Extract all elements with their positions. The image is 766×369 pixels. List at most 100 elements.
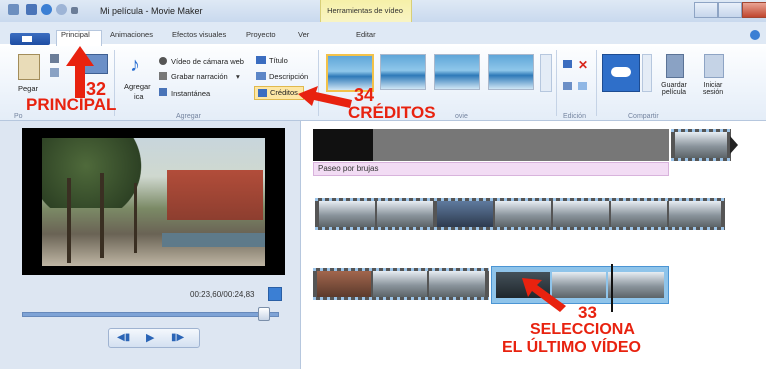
film-sprocket bbox=[671, 158, 731, 161]
group-share-label: Compartir bbox=[628, 113, 659, 120]
add-music-label[interactable]: Agregar bbox=[124, 82, 151, 91]
caption-text: Paseo por brujas bbox=[318, 164, 379, 173]
group-themes-label: ovie bbox=[455, 113, 468, 120]
annotation-33-text-1: SELECCIONA bbox=[530, 321, 635, 338]
record-narration-button[interactable]: Grabar narración bbox=[171, 72, 228, 81]
chevron-down-icon[interactable]: ▾ bbox=[236, 72, 240, 81]
rotate-left-icon[interactable] bbox=[563, 60, 572, 68]
customize-qat-icon[interactable] bbox=[71, 7, 78, 14]
cut-icon[interactable] bbox=[50, 54, 59, 63]
scene-tree-trunk bbox=[134, 183, 137, 253]
play-icon[interactable]: ▶ bbox=[146, 332, 166, 344]
rotate-right-icon[interactable] bbox=[563, 82, 572, 90]
snapshot-icon[interactable] bbox=[159, 88, 167, 96]
file-menu-icon bbox=[22, 36, 32, 42]
storyboard-clip-row[interactable] bbox=[315, 198, 725, 230]
scene-canal bbox=[162, 233, 265, 247]
paste-icon[interactable] bbox=[18, 54, 40, 80]
tab-ver[interactable]: Ver bbox=[298, 30, 309, 39]
theme-thumbnail[interactable] bbox=[434, 54, 480, 90]
gallery-scroll[interactable] bbox=[540, 54, 552, 92]
share-gallery-scroll[interactable] bbox=[642, 54, 652, 92]
cloud-shape bbox=[611, 67, 631, 77]
storyboard-title-clip[interactable] bbox=[313, 129, 669, 161]
storyboard-clip[interactable] bbox=[671, 129, 731, 161]
playback-controls: ◀▮ ▶ ▮▶ bbox=[108, 328, 200, 348]
description-icon[interactable] bbox=[256, 72, 266, 80]
title-button[interactable]: Título bbox=[269, 56, 288, 65]
clip-frame bbox=[675, 132, 727, 158]
close-button[interactable] bbox=[742, 2, 766, 18]
ribbon-separator bbox=[556, 50, 557, 116]
signin-icon[interactable] bbox=[704, 54, 724, 78]
clip-frame bbox=[611, 201, 667, 227]
paste-label[interactable]: Pegar bbox=[18, 84, 38, 93]
snapshot-button[interactable]: Instantánea bbox=[171, 89, 210, 98]
add-music-icon[interactable]: ♪ bbox=[130, 54, 146, 76]
annotation-arrow-33 bbox=[522, 278, 566, 312]
credits-icon bbox=[258, 89, 267, 97]
save-icon[interactable] bbox=[26, 4, 37, 15]
tab-efectos-visuales[interactable]: Efectos visuales bbox=[172, 30, 226, 39]
file-menu-button[interactable] bbox=[10, 33, 50, 45]
redo-icon[interactable] bbox=[56, 4, 67, 15]
tab-proyecto[interactable]: Proyecto bbox=[246, 30, 276, 39]
annotation-33-text-2: EL ÚLTIMO VÍDEO bbox=[502, 339, 641, 356]
group-clipboard-label: Po bbox=[14, 113, 23, 120]
select-all-icon[interactable] bbox=[578, 82, 587, 90]
film-sprocket bbox=[315, 227, 725, 230]
playhead[interactable] bbox=[611, 264, 613, 312]
scene-tree-trunk bbox=[100, 173, 104, 258]
clip-frame bbox=[317, 271, 371, 297]
microphone-icon[interactable] bbox=[159, 72, 167, 80]
time-readout: 00:23,60/00:24,83 bbox=[190, 290, 255, 299]
copy-icon[interactable] bbox=[50, 68, 59, 77]
onedrive-icon[interactable] bbox=[602, 54, 640, 92]
theme-thumbnail[interactable] bbox=[380, 54, 426, 90]
selected-last-clip[interactable] bbox=[491, 266, 669, 304]
maximize-button[interactable] bbox=[718, 2, 742, 18]
app-menu-icon[interactable] bbox=[8, 4, 19, 15]
webcam-icon[interactable] bbox=[159, 57, 167, 65]
window-title: Mi película - Movie Maker bbox=[100, 6, 203, 16]
clip-frame bbox=[553, 201, 609, 227]
clip-frame bbox=[373, 271, 427, 297]
theme-thumbnail[interactable] bbox=[488, 54, 534, 90]
film-sprocket bbox=[313, 297, 489, 300]
help-icon[interactable] bbox=[750, 30, 760, 40]
clip-frame bbox=[429, 271, 485, 297]
annotation-34-number: 34 bbox=[354, 85, 375, 105]
group-add-label: Agregar bbox=[176, 113, 201, 120]
clip-frame bbox=[377, 201, 433, 227]
next-frame-icon[interactable]: ▮▶ bbox=[171, 332, 191, 344]
previous-frame-icon[interactable]: ◀▮ bbox=[117, 332, 137, 344]
storyboard-clip-row[interactable] bbox=[313, 268, 489, 300]
scene-tree-trunk bbox=[67, 178, 71, 263]
delete-icon[interactable]: ✕ bbox=[578, 58, 588, 72]
description-button[interactable]: Descripción bbox=[269, 72, 308, 81]
tab-editar[interactable]: Editar bbox=[356, 30, 376, 39]
title-icon[interactable] bbox=[256, 56, 266, 64]
annotation-33-number: 33 bbox=[578, 303, 597, 322]
minimize-button[interactable] bbox=[694, 2, 718, 18]
seek-slider[interactable] bbox=[22, 312, 279, 317]
black-title-frame bbox=[313, 129, 373, 161]
signin-label[interactable]: Iniciar sesión bbox=[698, 82, 728, 96]
annotation-arrow-34 bbox=[298, 86, 352, 108]
webcam-video-button[interactable]: Vídeo de cámara web bbox=[171, 57, 244, 66]
seek-slider-handle[interactable] bbox=[258, 307, 270, 321]
fullscreen-icon[interactable] bbox=[268, 287, 282, 301]
scene-houses bbox=[167, 170, 263, 220]
tab-principal[interactable]: Principal bbox=[61, 30, 90, 39]
annotation-32-text: PRINCIPAL bbox=[26, 95, 117, 114]
clip-frame bbox=[437, 201, 493, 227]
add-music-label-2[interactable]: ica bbox=[134, 92, 144, 101]
tab-animaciones[interactable]: Animaciones bbox=[110, 30, 153, 39]
clip-frame bbox=[608, 272, 664, 298]
save-movie-icon[interactable] bbox=[666, 54, 684, 78]
clip-frame bbox=[495, 201, 551, 227]
annotation-34-text: CRÉDITOS bbox=[348, 103, 436, 122]
undo-icon[interactable] bbox=[41, 4, 52, 15]
save-movie-label[interactable]: Guardar película bbox=[656, 82, 692, 96]
preview-frame-image bbox=[42, 138, 265, 266]
